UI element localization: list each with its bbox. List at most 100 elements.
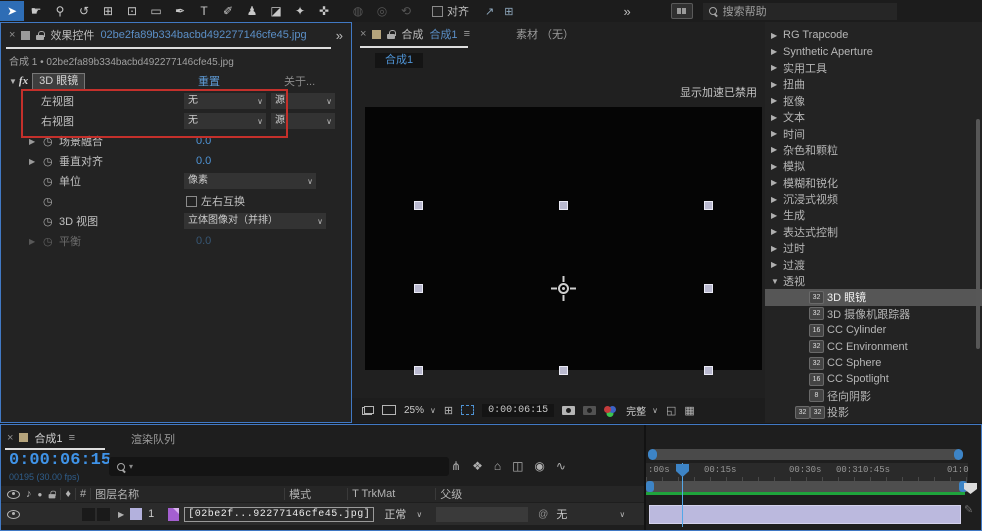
- effects-group-表达式控制[interactable]: ▶ 表达式控制: [765, 224, 982, 240]
- layer-name-column-header[interactable]: 图层名称: [95, 486, 139, 502]
- blend-mode-chevron[interactable]: ∨: [416, 510, 422, 519]
- property-dropdown-secondary[interactable]: 源 ∨: [271, 93, 335, 109]
- property-dropdown[interactable]: 无 ∨: [184, 93, 266, 109]
- motion-blur-icon[interactable]: ◉: [534, 459, 544, 473]
- solo-column-icon[interactable]: ●: [38, 490, 43, 499]
- triangle-right-icon[interactable]: ▶: [771, 178, 777, 187]
- frame-blend-icon[interactable]: ◫: [512, 459, 523, 473]
- roto-brush-tool-icon[interactable]: ✦: [288, 1, 312, 21]
- close-icon[interactable]: ×: [7, 432, 13, 444]
- parent-column-header[interactable]: 父级: [440, 486, 462, 502]
- property-checkbox[interactable]: [186, 195, 197, 207]
- graph-editor-icon[interactable]: ∿: [556, 459, 566, 473]
- panel-overflow-chevron[interactable]: »: [336, 28, 343, 43]
- work-area-start-handle[interactable]: [646, 481, 654, 492]
- toolbar-overflow-chevron[interactable]: »: [623, 4, 630, 19]
- snap-toggle[interactable]: 对齐: [432, 3, 469, 19]
- navigator-end-handle[interactable]: [954, 449, 963, 460]
- mask-region-icon[interactable]: ⊞: [504, 5, 513, 18]
- close-icon[interactable]: ×: [360, 28, 366, 40]
- stopwatch-icon[interactable]: ◷: [43, 175, 53, 188]
- property-dropdown[interactable]: 无 ∨: [184, 113, 266, 129]
- video-column-icon[interactable]: [7, 489, 20, 499]
- label-color-swatch[interactable]: [130, 508, 143, 520]
- triangle-right-icon[interactable]: ▶: [771, 80, 777, 89]
- viewer-timecode[interactable]: 0:00:06:15: [482, 403, 555, 417]
- selection-tool-icon[interactable]: ➤: [0, 1, 24, 21]
- effect-name[interactable]: 3D 眼镜: [32, 72, 86, 90]
- multi-view-icon[interactable]: [362, 405, 374, 415]
- effect-item-CC Cylinder[interactable]: 16 CC Cylinder: [765, 322, 982, 338]
- panel-menu-icon[interactable]: ≡: [69, 432, 75, 444]
- rectangle-tool-icon[interactable]: ▭: [144, 1, 168, 21]
- snapshot-icon[interactable]: [562, 405, 576, 415]
- stopwatch-icon[interactable]: ◷: [43, 195, 53, 208]
- panel-menu-icon[interactable]: ≡: [464, 28, 470, 40]
- pan-behind-tool-icon[interactable]: ⊡: [120, 1, 144, 21]
- grid-guides-icon[interactable]: ⊞: [444, 404, 453, 417]
- pan-view-icon[interactable]: ↗: [485, 5, 494, 18]
- expand-triangle-icon[interactable]: ▶: [29, 137, 35, 146]
- lock-icon[interactable]: [387, 29, 396, 39]
- triangle-right-icon[interactable]: ▶: [771, 113, 777, 122]
- stopwatch-icon[interactable]: ◷: [43, 235, 53, 248]
- pen-tool-icon[interactable]: ✒: [168, 1, 192, 21]
- triangle-right-icon[interactable]: ▶: [771, 47, 777, 56]
- layer-handle[interactable]: [704, 201, 713, 210]
- time-navigator[interactable]: [648, 449, 963, 460]
- rotate-tool-icon[interactable]: ↺: [72, 1, 96, 21]
- time-ruler[interactable]: :00s 00:15s 00:30s 00:310:45s 01:0: [646, 463, 969, 481]
- navigator-start-handle[interactable]: [648, 449, 657, 460]
- search-menu-chevron[interactable]: ▾: [129, 462, 133, 471]
- effect-item-径向阴影[interactable]: 8 径向阴影: [765, 388, 982, 404]
- zoom-dropdown[interactable]: 25% ∨: [404, 405, 436, 416]
- effects-group-时间[interactable]: ▶ 时间: [765, 125, 982, 141]
- effects-group-模糊和锐化[interactable]: ▶ 模糊和锐化: [765, 175, 982, 191]
- tab-composition[interactable]: 合成: [401, 26, 423, 42]
- fx-badge-icon[interactable]: fx: [19, 75, 28, 87]
- layer-handle[interactable]: [704, 284, 713, 293]
- draft-3d-icon[interactable]: ❖: [472, 459, 483, 473]
- brush-tool-icon[interactable]: ✐: [216, 1, 240, 21]
- clone-stamp-tool-icon[interactable]: ♟: [240, 1, 264, 21]
- zoom-tool-icon[interactable]: ⚲: [48, 1, 72, 21]
- tab-render-queue[interactable]: 渲染队列: [131, 431, 175, 447]
- blend-mode-dropdown[interactable]: 正常: [384, 506, 406, 522]
- layer-handle[interactable]: [559, 366, 568, 375]
- effects-group-抠像[interactable]: ▶ 抠像: [765, 93, 982, 109]
- lock-column-icon[interactable]: [48, 490, 57, 498]
- tab-footage[interactable]: 素材 （无）: [516, 26, 574, 42]
- triangle-right-icon[interactable]: ▶: [771, 260, 777, 269]
- current-timecode[interactable]: 0:00:06:15: [9, 451, 111, 470]
- triangle-right-icon[interactable]: ▶: [771, 63, 777, 72]
- effect-about-link[interactable]: 关于...: [284, 73, 315, 89]
- effect-reset-link[interactable]: 重置: [198, 73, 220, 89]
- triangle-right-icon[interactable]: ▶: [771, 244, 777, 253]
- transparency-grid-icon[interactable]: ▦: [684, 404, 694, 417]
- expand-triangle-icon[interactable]: ▶: [118, 510, 124, 519]
- triangle-right-icon[interactable]: ▶: [771, 227, 777, 236]
- shy-layers-icon[interactable]: ⌂: [494, 459, 501, 473]
- triangle-right-icon[interactable]: ▶: [771, 211, 777, 220]
- timeline-search-box[interactable]: ▾: [109, 457, 449, 476]
- triangle-right-icon[interactable]: ▶: [771, 195, 777, 204]
- label-column-icon[interactable]: ♦: [65, 488, 71, 500]
- effects-group-Synthetic Aperture[interactable]: ▶ Synthetic Aperture: [765, 43, 982, 59]
- composition-canvas[interactable]: [365, 107, 762, 370]
- effects-group-扭曲[interactable]: ▶ 扭曲: [765, 76, 982, 92]
- parent-chevron[interactable]: ∨: [619, 510, 625, 519]
- layer-row[interactable]: ▶ 1 [02be2f...92277146cfe45.jpg] 正常 ∨ @ …: [1, 503, 644, 525]
- effect-item-CC Spotlight[interactable]: 16 CC Spotlight: [765, 371, 982, 387]
- triangle-right-icon[interactable]: ▶: [771, 96, 777, 105]
- triangle-right-icon[interactable]: ▶: [771, 145, 777, 154]
- effects-group-过渡[interactable]: ▶ 过渡: [765, 256, 982, 272]
- tab-effect-controls[interactable]: 效果控件: [50, 27, 94, 43]
- trkmat-column-header[interactable]: T TrkMat: [352, 488, 395, 500]
- comp-marker-bin-icon[interactable]: [964, 483, 977, 494]
- layer-duration-bar[interactable]: [649, 505, 961, 524]
- effect-item-投影[interactable]: 32 32 投影: [765, 404, 982, 420]
- camera-tool-icon[interactable]: ⊞: [96, 1, 120, 21]
- stopwatch-icon[interactable]: ◷: [43, 135, 53, 148]
- snap-checkbox[interactable]: [432, 5, 443, 17]
- effect-item-3D 摄像机跟踪器[interactable]: 32 3D 摄像机跟踪器: [765, 306, 982, 322]
